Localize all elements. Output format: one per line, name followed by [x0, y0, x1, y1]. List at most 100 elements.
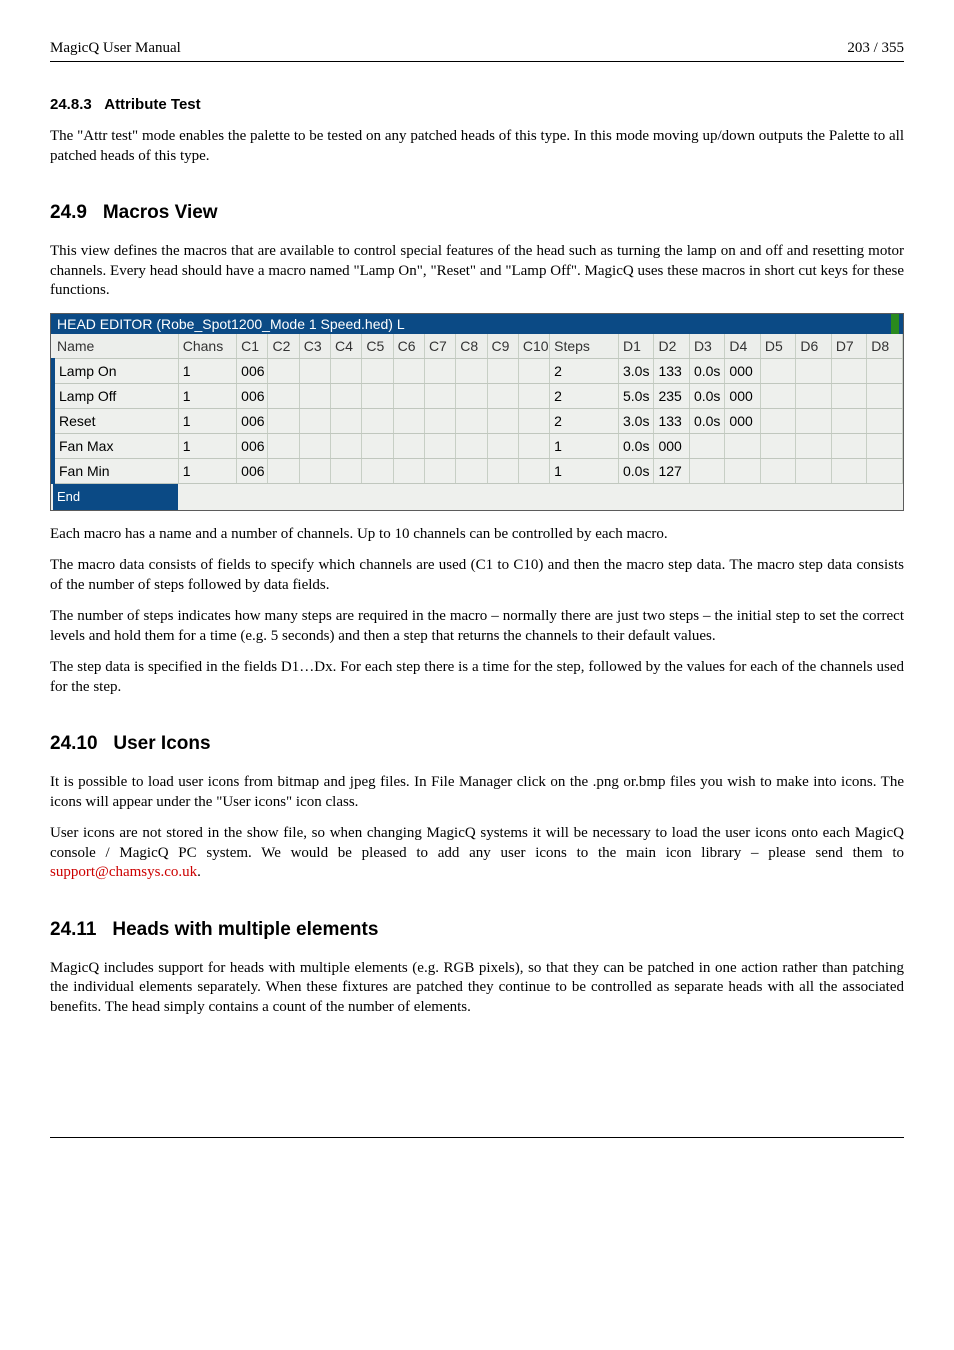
- table-cell[interactable]: 2: [550, 358, 619, 383]
- table-cell[interactable]: [268, 458, 299, 483]
- table-cell[interactable]: 2: [550, 383, 619, 408]
- table-cell[interactable]: Fan Max: [53, 433, 178, 458]
- table-cell[interactable]: [331, 458, 362, 483]
- table-row[interactable]: Reset1006 23.0s1330.0s000: [53, 408, 903, 433]
- table-cell[interactable]: [518, 358, 549, 383]
- table-cell[interactable]: [760, 408, 795, 433]
- table-row[interactable]: Lamp On100623.0s1330.0s000: [53, 358, 903, 383]
- table-cell[interactable]: Lamp On: [53, 358, 178, 383]
- table-cell[interactable]: 0.0s: [689, 383, 724, 408]
- table-cell[interactable]: [331, 408, 362, 433]
- table-cell[interactable]: 000: [725, 383, 760, 408]
- table-cell[interactable]: [424, 358, 455, 383]
- table-cell[interactable]: [299, 358, 330, 383]
- table-cell[interactable]: [760, 383, 795, 408]
- table-cell[interactable]: 5.0s: [619, 383, 654, 408]
- table-cell[interactable]: [867, 458, 903, 483]
- table-cell[interactable]: [867, 358, 903, 383]
- table-cell[interactable]: [725, 458, 760, 483]
- table-cell[interactable]: [299, 458, 330, 483]
- table-cell[interactable]: 127: [654, 458, 689, 483]
- table-cell[interactable]: [456, 358, 487, 383]
- table-cell[interactable]: [299, 433, 330, 458]
- table-cell[interactable]: [424, 433, 455, 458]
- table-cell[interactable]: [456, 458, 487, 483]
- table-cell[interactable]: [518, 433, 549, 458]
- table-cell[interactable]: 1: [178, 433, 236, 458]
- table-cell[interactable]: Reset: [53, 408, 178, 433]
- table-cell[interactable]: Lamp Off: [53, 383, 178, 408]
- table-cell[interactable]: 006: [237, 408, 268, 433]
- table-cell[interactable]: [831, 383, 866, 408]
- table-cell[interactable]: 000: [725, 358, 760, 383]
- table-cell[interactable]: [760, 433, 795, 458]
- table-cell[interactable]: [831, 458, 866, 483]
- table-cell[interactable]: [393, 383, 424, 408]
- table-cell[interactable]: [487, 433, 518, 458]
- table-row[interactable]: Fan Min100610.0s127: [53, 458, 903, 483]
- table-cell[interactable]: [487, 408, 518, 433]
- table-cell[interactable]: 000: [654, 433, 689, 458]
- table-cell[interactable]: [424, 458, 455, 483]
- table-cell[interactable]: [867, 408, 903, 433]
- table-cell[interactable]: 1: [178, 358, 236, 383]
- table-cell[interactable]: [362, 383, 393, 408]
- table-cell[interactable]: 133: [654, 358, 689, 383]
- table-cell[interactable]: [268, 433, 299, 458]
- table-cell[interactable]: Fan Min: [53, 458, 178, 483]
- table-cell[interactable]: [867, 383, 903, 408]
- table-cell[interactable]: [689, 458, 724, 483]
- support-email-link[interactable]: support@chamsys.co.uk: [50, 864, 197, 880]
- table-cell[interactable]: [518, 383, 549, 408]
- table-cell[interactable]: 006: [237, 383, 268, 408]
- table-cell[interactable]: [487, 358, 518, 383]
- table-cell[interactable]: [487, 383, 518, 408]
- table-cell[interactable]: 000: [725, 408, 760, 433]
- table-cell[interactable]: [760, 358, 795, 383]
- table-cell[interactable]: 006: [237, 358, 268, 383]
- table-cell[interactable]: [456, 433, 487, 458]
- table-cell[interactable]: 1: [178, 383, 236, 408]
- table-cell[interactable]: [393, 358, 424, 383]
- table-cell[interactable]: [487, 458, 518, 483]
- table-cell[interactable]: [362, 458, 393, 483]
- table-cell[interactable]: [331, 433, 362, 458]
- table-cell[interactable]: 1: [178, 408, 236, 433]
- table-cell[interactable]: [518, 458, 549, 483]
- table-cell[interactable]: [362, 408, 393, 433]
- table-cell[interactable]: [760, 458, 795, 483]
- table-cell[interactable]: 0.0s: [689, 408, 724, 433]
- table-cell[interactable]: [725, 433, 760, 458]
- table-cell[interactable]: [796, 383, 831, 408]
- table-cell[interactable]: [362, 433, 393, 458]
- table-cell[interactable]: 1: [178, 458, 236, 483]
- table-cell[interactable]: 3.0s: [619, 408, 654, 433]
- table-cell[interactable]: [796, 458, 831, 483]
- table-cell[interactable]: [268, 408, 299, 433]
- table-cell[interactable]: 0.0s: [619, 458, 654, 483]
- table-cell[interactable]: [456, 408, 487, 433]
- table-row[interactable]: Lamp Off1006 25.0s2350.0s000: [53, 383, 903, 408]
- table-cell[interactable]: [831, 433, 866, 458]
- table-cell[interactable]: [831, 408, 866, 433]
- table-cell[interactable]: [393, 458, 424, 483]
- table-cell[interactable]: [796, 408, 831, 433]
- table-cell[interactable]: [456, 383, 487, 408]
- table-cell[interactable]: 006: [237, 433, 268, 458]
- table-cell[interactable]: [393, 433, 424, 458]
- table-cell[interactable]: [689, 433, 724, 458]
- table-cell[interactable]: [331, 383, 362, 408]
- table-cell[interactable]: [331, 358, 362, 383]
- table-cell[interactable]: [362, 358, 393, 383]
- table-cell[interactable]: [299, 383, 330, 408]
- table-cell[interactable]: [424, 408, 455, 433]
- table-cell[interactable]: 2: [550, 408, 619, 433]
- table-cell[interactable]: [424, 383, 455, 408]
- table-cell[interactable]: [831, 358, 866, 383]
- table-cell[interactable]: 1: [550, 433, 619, 458]
- table-cell[interactable]: 235: [654, 383, 689, 408]
- table-cell[interactable]: [796, 358, 831, 383]
- table-cell[interactable]: 006: [237, 458, 268, 483]
- table-cell[interactable]: 133: [654, 408, 689, 433]
- table-cell[interactable]: 0.0s: [619, 433, 654, 458]
